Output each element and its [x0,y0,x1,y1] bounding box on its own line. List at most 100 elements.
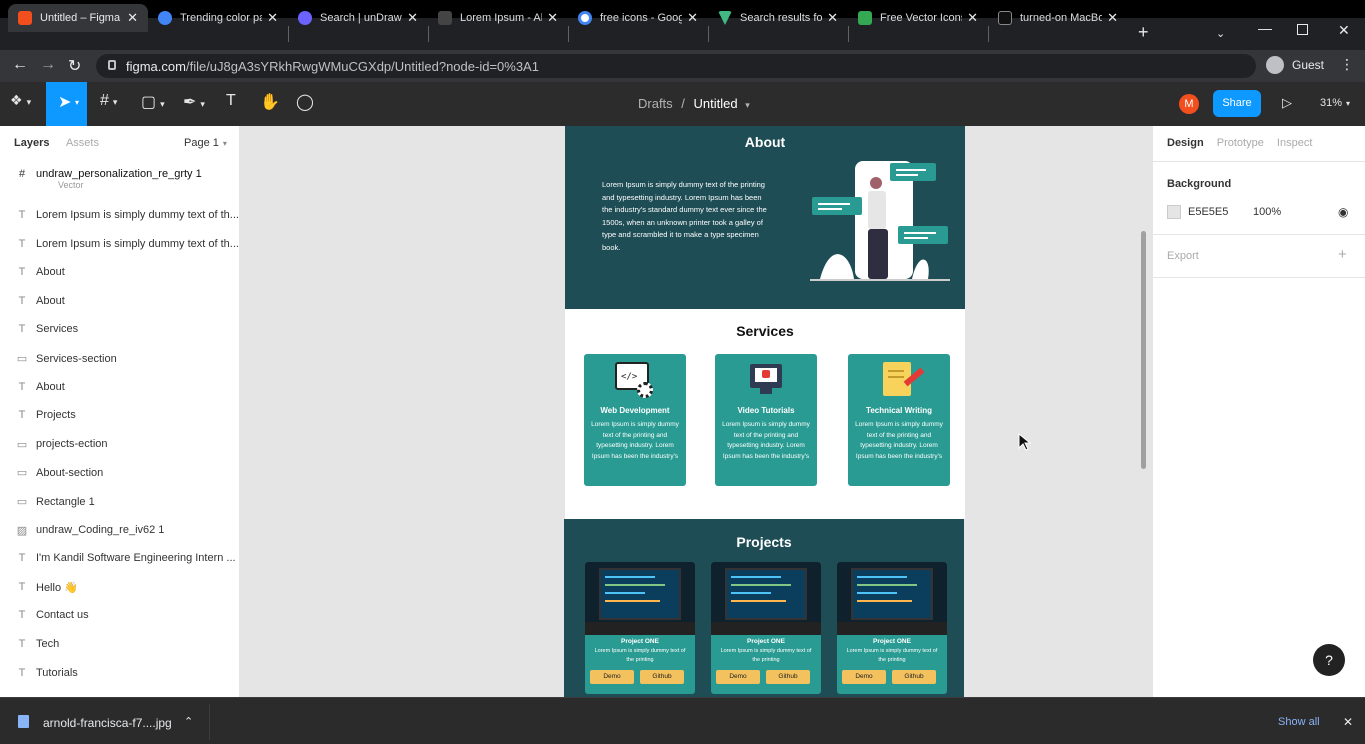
canvas-scrollbar[interactable] [1141,231,1146,469]
layer-item[interactable]: T Hello 👋 [16,581,78,594]
download-filename[interactable]: arnold-francisca-f7....jpg [43,716,172,730]
pen-tool-icon[interactable]: ✒ ▾ [183,92,205,112]
hand-tool-icon[interactable]: ✋ [260,92,280,112]
layer-item[interactable]: T About [16,381,65,393]
demo-button[interactable]: Demo [716,670,760,684]
projects-section[interactable]: Projects Project ONE Lorem Ipsum is simp… [564,519,964,697]
tab-layers[interactable]: Layers [14,137,49,149]
github-button[interactable]: Github [892,670,936,684]
kebab-menu-icon[interactable]: ⋮ [1340,56,1354,73]
project-card[interactable]: Project ONE Lorem Ipsum is simply dummy … [837,562,947,694]
tab-design[interactable]: Design [1167,137,1204,149]
about-section[interactable]: About Lorem Ipsum is simply dummy text o… [565,126,965,309]
tab-assets[interactable]: Assets [66,137,99,149]
show-all-button[interactable]: Show all [1278,716,1320,728]
address-bar[interactable]: figma.com/file/uJ8gA3sYRkhRwgWMuCGXdp/Un… [96,54,1256,78]
layer-item[interactable]: ▭ Rectangle 1 [16,495,95,509]
layer-name: Services [36,323,79,336]
service-card-title: Video Tutorials [737,406,795,415]
layer-item[interactable]: T About [16,266,65,278]
text-tool-icon[interactable]: T [226,92,236,110]
user-avatar[interactable]: M [1179,94,1199,114]
tab-google[interactable]: free icons - Goog ✕ [568,4,708,32]
close-icon[interactable]: ✕ [127,10,138,26]
layer-item[interactable]: T Projects [16,409,76,421]
frame-tool-icon[interactable]: # ▾ [100,92,117,110]
minimize-icon[interactable]: — [1258,20,1272,36]
add-export-plus-icon[interactable]: + [1338,246,1347,263]
service-card[interactable]: Technical Writing Lorem Ipsum is simply … [848,354,950,486]
layer-item[interactable]: T Contact us [16,609,89,621]
present-play-icon[interactable]: ▷ [1282,95,1292,111]
eye-icon[interactable]: ◉ [1338,205,1348,219]
layer-item[interactable]: T About [16,295,65,307]
layer-item[interactable]: T Services [16,323,79,336]
chevron-down-icon: ▾ [222,139,227,148]
breadcrumb-drafts[interactable]: Drafts [638,96,673,111]
tab-coolors[interactable]: Trending color pa ✕ [148,4,288,32]
frame-icon: # [18,168,26,180]
reload-icon[interactable]: ↻ [68,56,81,76]
tab-prototype[interactable]: Prototype [1217,137,1264,149]
new-tab-plus-icon[interactable]: + [1138,22,1149,43]
layer-item[interactable]: T Tutorials [16,667,78,679]
service-card[interactable]: </> Web Development Lorem Ipsum is simpl… [584,354,686,486]
layer-name: I'm Kandil Software Engineering Intern .… [36,552,236,565]
demo-button[interactable]: Demo [590,670,634,684]
background-hex-input[interactable]: E5E5E5 [1188,206,1228,218]
shape-tool-icon[interactable]: ▢ ▾ [141,92,165,112]
tab-inspect[interactable]: Inspect [1277,137,1312,149]
close-icon[interactable]: ✕ [967,10,978,26]
comment-tool-icon[interactable]: ◯ [296,92,314,112]
profile-button[interactable]: Guest [1266,56,1324,74]
layer-item[interactable]: T Tech [16,638,60,650]
layer-item[interactable]: ▭ About-section [16,466,103,480]
tab-vue[interactable]: Search results for ✕ [708,4,848,32]
tab-flaticon[interactable]: Free Vector Icons ✕ [848,4,988,32]
layer-item[interactable]: T I'm Kandil Software Engineering Intern … [16,552,236,564]
close-icon[interactable]: ✕ [1107,10,1118,26]
canvas[interactable]: About Lorem Ipsum is simply dummy text o… [240,126,1152,697]
tab-unsplash[interactable]: turned-on MacBo ✕ [988,4,1128,32]
move-tool-button[interactable]: ➤ ▾ [46,82,87,126]
services-section[interactable]: Services </> Web Development Lorem Ipsum… [565,309,965,519]
github-button[interactable]: Github [766,670,810,684]
close-icon[interactable]: ✕ [267,10,278,26]
layer-item[interactable]: ▭ projects-ection [16,438,108,451]
close-icon[interactable]: ✕ [407,10,418,26]
layer-item[interactable]: ▨ undraw_Coding_re_iv62 1 [16,524,165,537]
figma-main-menu-icon[interactable]: ❖ ▾ [10,92,31,109]
chevron-up-icon[interactable]: ⌃ [184,715,193,728]
help-button[interactable]: ? [1313,644,1345,676]
restore-icon[interactable] [1297,24,1308,35]
background-opacity-input[interactable]: 100% [1253,206,1281,218]
page-selector[interactable]: Page 1 ▾ [184,137,227,149]
zoom-dropdown[interactable]: 31% ▾ [1320,97,1350,109]
forward-arrow-icon[interactable]: → [40,56,56,74]
project-card[interactable]: Project ONE Lorem Ipsum is simply dummy … [711,562,821,694]
background-swatch[interactable] [1167,205,1181,219]
close-download-bar-icon[interactable]: ✕ [1343,715,1353,729]
github-button[interactable]: Github [640,670,684,684]
chevron-down-icon[interactable]: ▾ [745,100,750,110]
service-card[interactable]: Video Tutorials Lorem Ipsum is simply du… [715,354,817,486]
file-name[interactable]: Untitled [694,96,738,111]
video-tutorials-icon [750,364,784,398]
layer-frame[interactable]: # undraw_personalization_re_grty 1 [16,168,202,180]
layer-name: undraw_Coding_re_iv62 1 [36,524,165,537]
tab-figma[interactable]: Untitled – Figma ✕ [8,4,148,32]
demo-button[interactable]: Demo [842,670,886,684]
close-icon[interactable]: ✕ [687,10,698,26]
back-arrow-icon[interactable]: ← [12,56,28,74]
tab-undraw[interactable]: Search | unDraw ✕ [288,4,428,32]
layer-item[interactable]: T Lorem Ipsum is simply dummy text of th.… [16,238,239,250]
close-icon[interactable]: ✕ [547,10,558,26]
tab-search-chevron-icon[interactable]: ⌄ [1216,27,1225,40]
window-close-icon[interactable]: ✕ [1338,22,1350,39]
share-button[interactable]: Share [1213,90,1261,117]
tab-lipsum[interactable]: Lorem Ipsum - All ✕ [428,4,568,32]
project-card[interactable]: Project ONE Lorem Ipsum is simply dummy … [585,562,695,694]
layer-item[interactable]: T Lorem Ipsum is simply dummy text of th.… [16,209,239,221]
close-icon[interactable]: ✕ [827,10,838,26]
layer-item[interactable]: ▭ Services-section [16,352,117,366]
